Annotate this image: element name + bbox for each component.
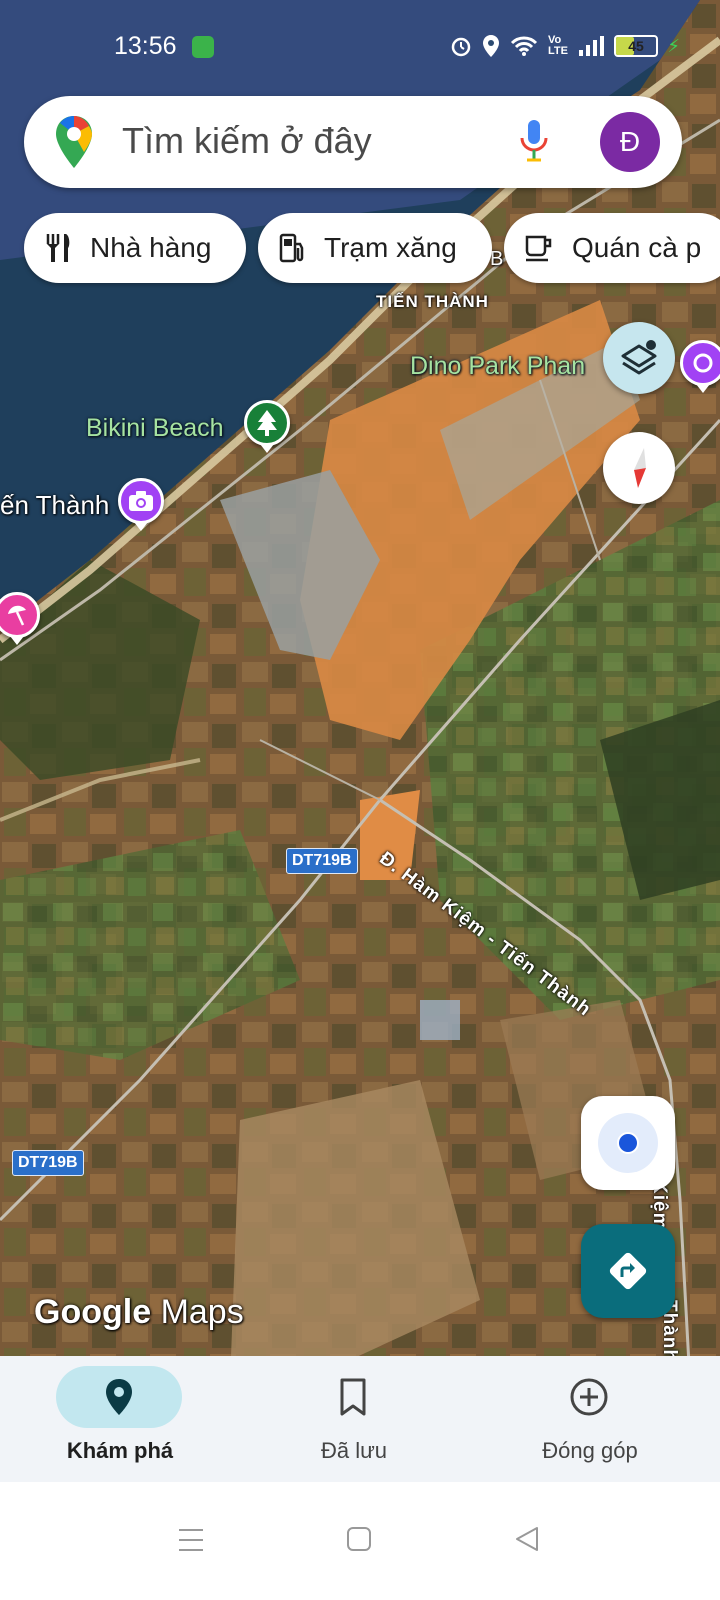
google-maps-attribution: Google Maps	[34, 1293, 244, 1331]
system-navigation-bar	[0, 1482, 720, 1600]
chip-label: Nhà hàng	[90, 232, 212, 263]
signal-icon	[579, 36, 604, 56]
charging-icon: ⚡	[667, 36, 680, 56]
back-icon[interactable]	[514, 1526, 540, 1552]
home-icon[interactable]	[346, 1526, 372, 1552]
nav-saved-pill	[290, 1366, 416, 1428]
layers-icon	[621, 340, 657, 375]
nav-contribute-pill	[526, 1366, 652, 1428]
notification-app-icon	[192, 36, 214, 58]
bottom-navigation: Khám phá Đã lưu Đóng góp	[0, 1356, 720, 1482]
nav-contribute-label: Đóng góp	[542, 1438, 638, 1463]
map-label-partial: B	[490, 248, 504, 270]
road-shield-dt719b: DT719B	[286, 848, 358, 874]
gas-station-icon	[279, 233, 304, 263]
my-location-icon	[598, 1113, 658, 1173]
map-label-bikini-beach[interactable]: Bikini Beach	[86, 414, 224, 443]
chip-label: Trạm xăng	[324, 232, 457, 263]
explore-pin-icon	[106, 1379, 132, 1415]
google-maps-logo-icon	[56, 116, 92, 168]
nav-explore-pill	[56, 1366, 182, 1428]
volte-icon: Vo LTE	[548, 34, 568, 57]
compass-icon	[634, 448, 646, 488]
compass-button[interactable]	[603, 432, 675, 504]
map-label-dino-park[interactable]: Dino Park Phan	[410, 352, 585, 381]
directions-icon	[609, 1252, 647, 1290]
chip-coffee[interactable]: Quán cà p	[504, 213, 720, 283]
map-label-tien-thanh: TIẾN THÀNH	[376, 292, 489, 311]
status-bar: 13:56 Vo LTE 45 ⚡	[0, 0, 720, 96]
nav-explore-label: Khám phá	[66, 1438, 174, 1463]
search-input[interactable]: Tìm kiếm ở đây	[122, 120, 372, 162]
status-icons: Vo LTE 45	[450, 34, 658, 58]
wifi-icon	[510, 36, 538, 56]
photo-pin-icon[interactable]	[118, 478, 164, 524]
chip-restaurants[interactable]: Nhà hàng	[24, 213, 246, 283]
coffee-icon	[525, 235, 552, 262]
chip-gas-stations[interactable]: Trạm xăng	[258, 213, 492, 283]
mic-icon[interactable]	[518, 118, 550, 164]
road-shield-dt719b: DT719B	[12, 1150, 84, 1176]
restaurant-icon	[46, 234, 70, 262]
layers-button[interactable]	[603, 322, 675, 394]
my-location-button[interactable]	[581, 1096, 675, 1190]
nav-explore[interactable]: Khám phá	[0, 1356, 240, 1482]
account-avatar[interactable]: Đ	[600, 112, 660, 172]
bookmark-icon	[340, 1378, 366, 1416]
attraction-pin-icon[interactable]	[680, 340, 720, 386]
add-circle-icon	[570, 1378, 608, 1416]
park-pin-icon[interactable]	[244, 400, 290, 446]
location-icon	[483, 35, 500, 57]
map-label-tien-thanh-place[interactable]: ến Thành	[0, 490, 109, 521]
status-time: 13:56	[114, 32, 177, 60]
directions-button[interactable]	[581, 1224, 675, 1318]
search-bar[interactable]: Tìm kiếm ở đây Đ	[24, 96, 682, 188]
recent-apps-icon[interactable]	[178, 1528, 204, 1552]
alarm-icon	[451, 37, 471, 57]
battery-icon: 45	[614, 35, 658, 57]
nav-contribute[interactable]: Đóng góp	[470, 1356, 710, 1482]
chip-label: Quán cà p	[572, 232, 702, 263]
nav-saved[interactable]: Đã lưu	[234, 1356, 474, 1482]
nav-saved-label: Đã lưu	[320, 1438, 388, 1463]
